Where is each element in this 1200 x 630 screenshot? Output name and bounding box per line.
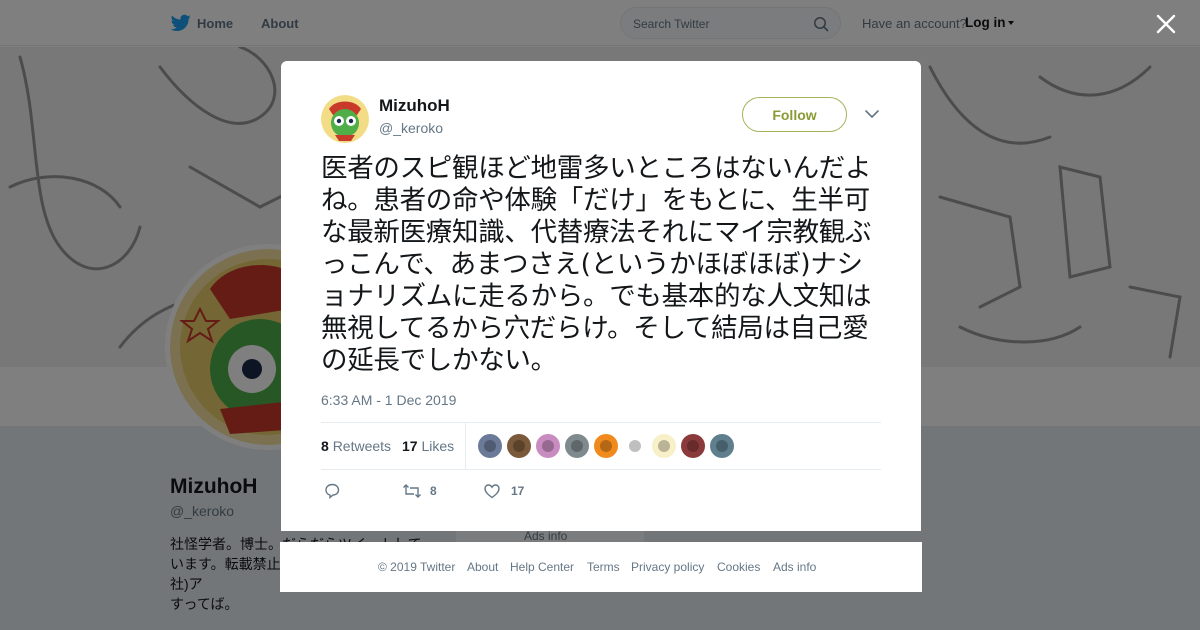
liker-avatar[interactable] [594,434,618,458]
reply-icon[interactable] [323,481,341,501]
retweet-action-count: 8 [430,484,437,498]
like-stat-count: 17 [402,438,418,454]
liker-avatar-detail [571,440,583,452]
liker-avatar[interactable] [478,434,502,458]
tweet-timestamp[interactable]: 6:33 AM - 1 Dec 2019 [321,392,456,408]
footer-copyright: © 2019 Twitter [378,560,456,574]
follow-button[interactable]: Follow [742,97,847,132]
tweet-author-avatar[interactable] [321,95,369,143]
liker-avatar-detail [513,440,525,452]
liker-avatar-detail [687,440,699,452]
tweet-text: 医者のスピ観ほど地雷多いところはないんだよね。患者の命や体験「だけ」をもとに、生… [321,153,872,376]
like-stat-label: Likes [421,438,455,454]
footer-terms-link[interactable]: Terms [587,560,620,574]
liker-avatar[interactable] [623,434,647,458]
liker-avatar-detail [542,440,554,452]
liker-avatar[interactable] [507,434,531,458]
close-icon[interactable] [1156,14,1176,34]
tweet-stats: 8 Retweets 17 Likes [321,422,881,470]
liker-avatar[interactable] [565,434,589,458]
heart-icon[interactable] [483,481,501,501]
stats-divider [465,423,466,469]
retweet-icon[interactable] [402,481,422,501]
footer-links: © 2019 Twitter About Help Center Terms P… [280,542,922,592]
footer-privacy-link[interactable]: Privacy policy [631,560,704,574]
retweet-stat[interactable]: 8 Retweets [321,438,391,454]
liker-avatar-detail [484,440,496,452]
retweet-stat-count: 8 [321,438,329,454]
footer-ads-link[interactable]: Ads info [773,560,816,574]
footer-about-link[interactable]: About [467,560,498,574]
liker-avatar-detail [600,440,612,452]
liker-avatar[interactable] [652,434,676,458]
tweet-permalink-modal: MizuhoH @_keroko Follow 医者のスピ観ほど地雷多いところは… [281,61,921,531]
footer-help-link[interactable]: Help Center [510,560,574,574]
like-action-count: 17 [511,484,525,498]
liker-avatar[interactable] [681,434,705,458]
liker-avatar[interactable] [536,434,560,458]
retweet-stat-label: Retweets [332,438,392,454]
liker-avatar[interactable] [710,434,734,458]
chevron-down-icon[interactable] [865,109,879,119]
liker-avatar-detail [716,440,728,452]
tweet-actions: 8 17 [321,481,881,501]
liker-avatar-detail [629,440,641,452]
like-stat[interactable]: 17 Likes [402,438,454,454]
frog-avatar-image [321,95,369,143]
footer-cookies-link[interactable]: Cookies [717,560,760,574]
liker-avatar-detail [658,440,670,452]
tweet-author-name[interactable]: MizuhoH [379,96,450,116]
tweet-author-handle[interactable]: @_keroko [379,120,443,136]
